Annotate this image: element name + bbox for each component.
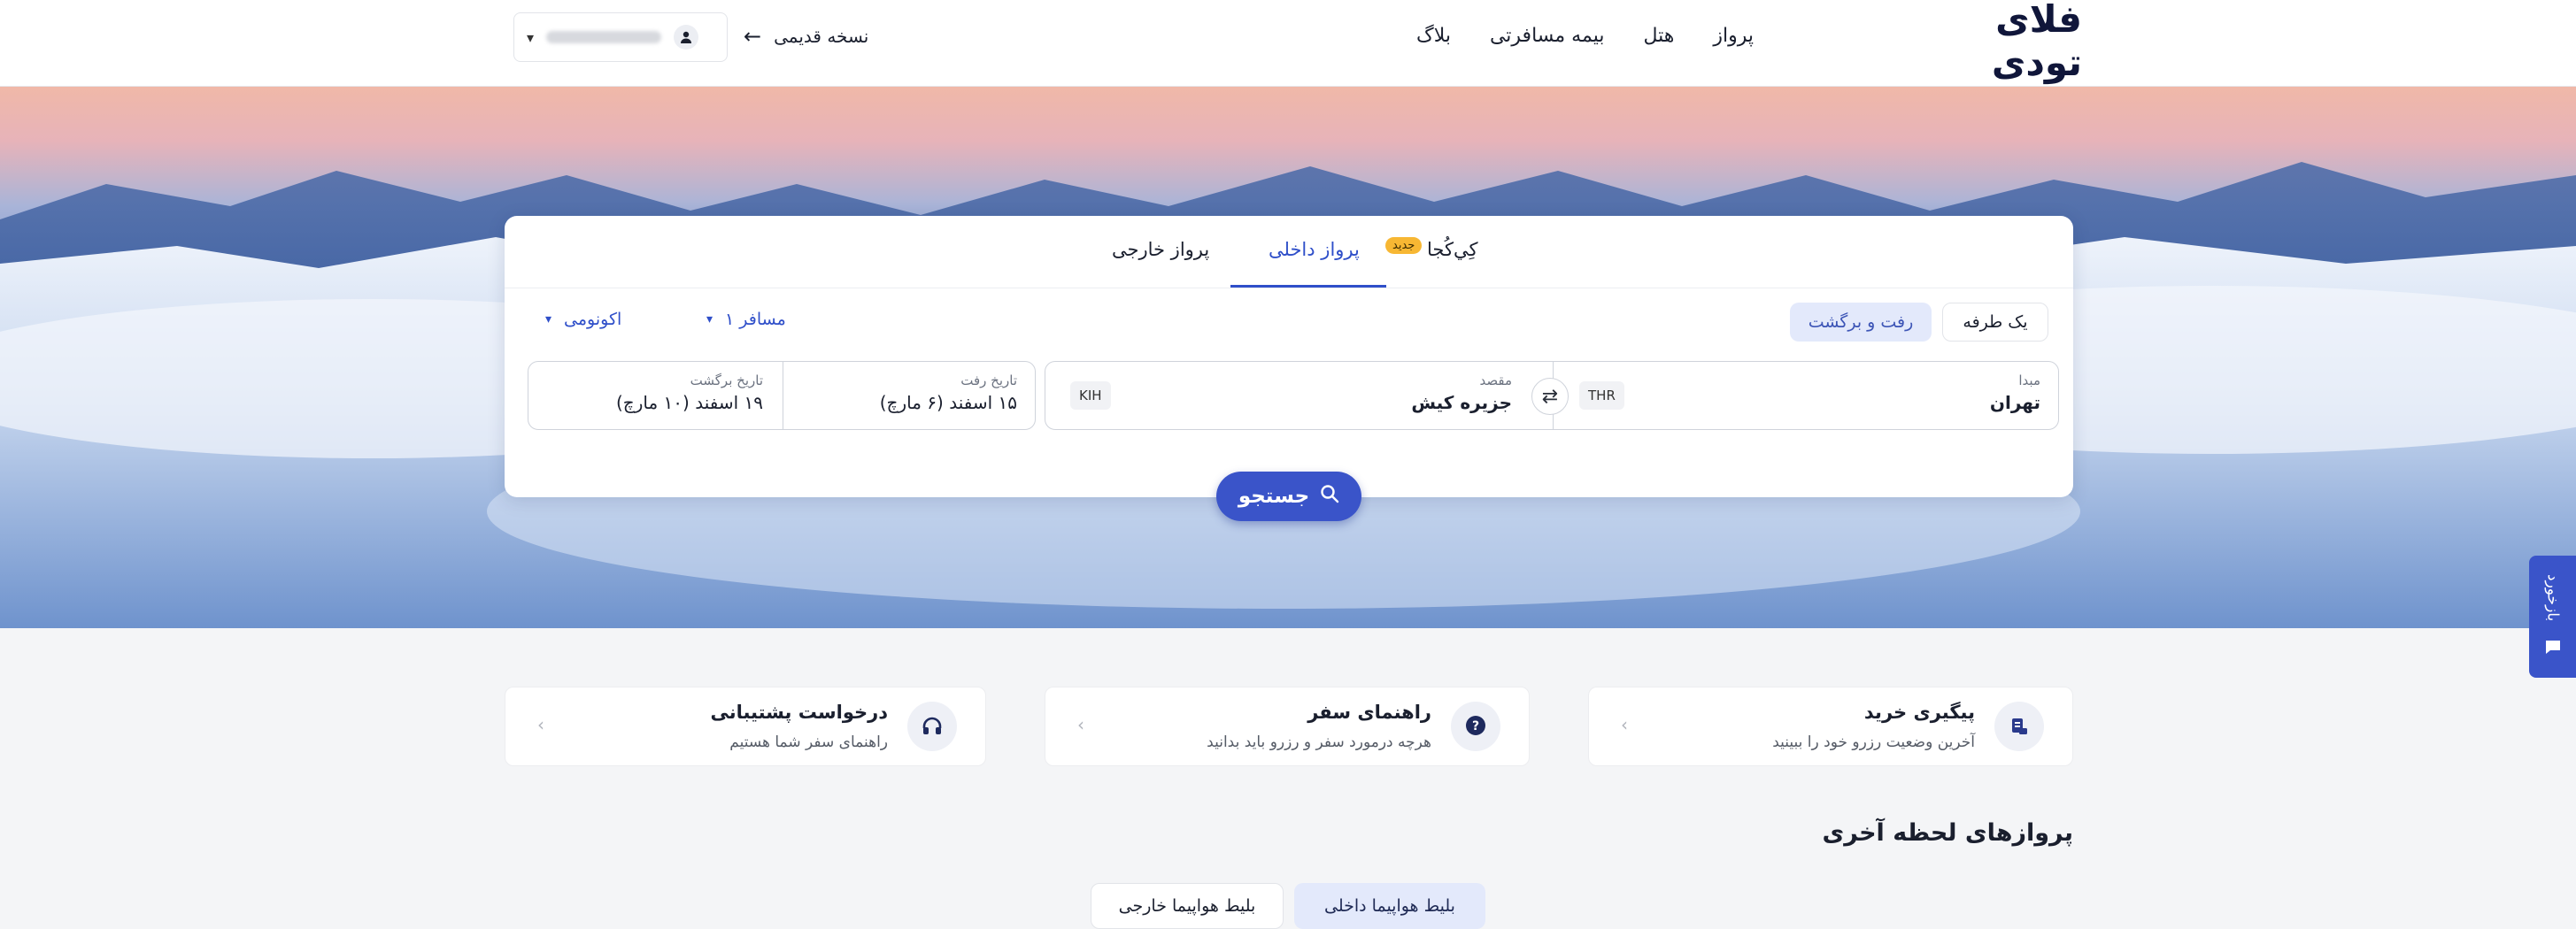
flight-search-card: کِي‌کُجا جدید پرواز داخلی پرواز خارجی یک…: [505, 216, 2073, 497]
departure-date-value: ۱۵ اسفند (۶ مارچ): [879, 392, 1017, 413]
old-version-link[interactable]: نسخه قدیمی ←: [744, 21, 868, 51]
destination-code: KIH: [1070, 381, 1111, 410]
svg-text:?: ?: [1472, 719, 1479, 733]
account-name-blurred: [546, 31, 662, 43]
info-card-title: درخواست پشتیبانی: [710, 702, 888, 723]
chevron-left-icon: ‹: [1621, 714, 1628, 735]
active-tab-indicator: [1230, 285, 1386, 288]
info-card-subtitle: هرچه درمورد سفر و رزرو باید بدانید: [1207, 733, 1431, 751]
chevron-left-icon: ‹: [537, 714, 544, 735]
tab-international-tickets[interactable]: بلیط هواپیما خارجی: [1091, 883, 1284, 929]
old-version-label: نسخه قدیمی: [774, 26, 869, 47]
chevron-down-icon: ▾: [706, 312, 713, 326]
chevron-down-icon: ▾: [545, 312, 552, 326]
info-card-travel-guide[interactable]: ? راهنمای سفر هرچه درمورد سفر و رزرو بای…: [1045, 687, 1530, 766]
return-date-field[interactable]: تاریخ برگشت ۱۹ اسفند (۱۰ مارچ): [528, 362, 783, 429]
feedback-tab[interactable]: بازخورد: [2529, 556, 2576, 678]
new-badge: جدید: [1385, 237, 1423, 254]
swap-route-icon[interactable]: ⇄: [1531, 378, 1569, 415]
search-icon: [1320, 484, 1339, 509]
origin-field[interactable]: مبدا تهران THR: [1553, 362, 2060, 429]
origin-code: THR: [1579, 381, 1624, 410]
info-card-subtitle: راهنمای سفر شما هستیم: [729, 733, 888, 751]
nav-item-blog[interactable]: بلاگ: [1416, 25, 1451, 47]
question-icon: ?: [1451, 702, 1500, 751]
brand-logo[interactable]: فلای تودی: [1894, 0, 2083, 84]
search-label: جستجو: [1238, 485, 1310, 508]
destination-label: مقصد: [1479, 372, 1512, 388]
tab-kojaa[interactable]: کِي‌کُجا: [1427, 239, 1477, 260]
arrow-left-icon: ←: [744, 24, 762, 49]
last-minute-flights-title: پروازهای لحظه آخری: [1822, 819, 2073, 847]
tab-domestic-flight[interactable]: پرواز داخلی: [1269, 239, 1360, 260]
info-card-purchase-tracking[interactable]: پیگیری خرید آخرین وضعیت رزرو خود را ببین…: [1588, 687, 2073, 766]
nav-item-insurance[interactable]: بیمه مسافرتی: [1490, 25, 1605, 47]
search-button[interactable]: جستجو: [1216, 472, 1361, 521]
origin-city: تهران: [1989, 392, 2040, 413]
info-card-title: پیگیری خرید: [1863, 702, 1975, 723]
nav-item-hotel[interactable]: هتل: [1643, 25, 1674, 47]
tab-domestic-tickets[interactable]: بلیط هواپیما داخلی: [1294, 883, 1485, 929]
account-dropdown[interactable]: ▾: [513, 12, 728, 62]
top-header: فلای تودی پرواز هتل بیمه مسافرتی بلاگ نس…: [0, 0, 2576, 87]
chevron-left-icon: ‹: [1077, 714, 1084, 735]
info-card-support-request[interactable]: درخواست پشتیبانی راهنمای سفر شما هستیم ‹: [505, 687, 986, 766]
destination-city: جزیره کیش: [1411, 392, 1512, 413]
departure-date-label: تاریخ رفت: [960, 372, 1017, 388]
cabin-class-value: اکونومی: [564, 310, 622, 329]
destination-field[interactable]: مقصد جزیره کیش KIH: [1045, 362, 1553, 429]
main-nav: پرواز هتل بیمه مسافرتی بلاگ: [1416, 18, 1754, 53]
round-trip-button[interactable]: رفت و برگشت: [1790, 303, 1932, 342]
route-field: مبدا تهران THR مقصد جزیره کیش KIH ⇄: [1045, 361, 2059, 430]
nav-item-flight[interactable]: پرواز: [1713, 25, 1754, 47]
info-card-title: راهنمای سفر: [1307, 702, 1431, 723]
chevron-down-icon: ▾: [527, 28, 535, 46]
user-icon: [674, 25, 699, 50]
headset-icon: [907, 702, 957, 751]
departure-date-field[interactable]: تاریخ رفت ۱۵ اسفند (۶ مارچ): [783, 362, 1037, 429]
cabin-class-selector[interactable]: ▾ اکونومی: [545, 310, 621, 329]
info-card-subtitle: آخرین وضعیت رزرو خود را ببینید: [1772, 733, 1975, 751]
dates-field: تاریخ رفت ۱۵ اسفند (۶ مارچ) تاریخ برگشت …: [528, 361, 1036, 430]
passenger-selector[interactable]: ▾ ۱ مسافر: [706, 310, 786, 329]
return-date-label: تاریخ برگشت: [690, 372, 763, 388]
chat-bubble-icon: [2544, 638, 2562, 659]
search-tabs: کِي‌کُجا جدید پرواز داخلی پرواز خارجی: [505, 216, 2073, 288]
one-way-button[interactable]: یک طرفه: [1942, 303, 2048, 342]
tab-international-flight[interactable]: پرواز خارجی: [1112, 239, 1209, 260]
passenger-count: ۱ مسافر: [725, 310, 786, 329]
origin-label: مبدا: [2018, 372, 2040, 388]
return-date-value: ۱۹ اسفند (۱۰ مارچ): [616, 392, 763, 413]
feedback-label: بازخورد: [2543, 574, 2562, 622]
receipt-icon: [1994, 702, 2044, 751]
